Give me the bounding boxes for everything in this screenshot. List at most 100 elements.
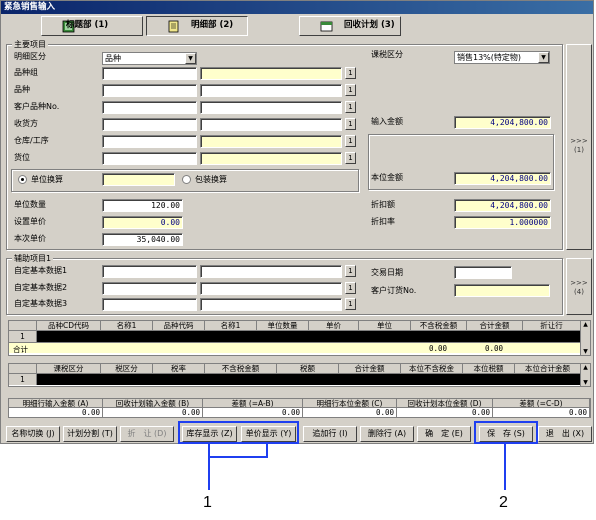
location-code-input[interactable] (102, 152, 197, 165)
ship-to-code-input[interactable] (102, 118, 197, 131)
chevron-up-icon[interactable]: ▲ (581, 364, 590, 371)
discount-field[interactable]: 4,204,800.00 (454, 199, 551, 212)
item-group-search-button[interactable]: 1 (345, 67, 356, 79)
custom-data1-code-input[interactable] (102, 265, 197, 278)
plan-split-button[interactable]: 计划分割 (T) (63, 426, 117, 442)
custom-data2-name-input[interactable] (200, 282, 342, 295)
column-header[interactable]: 单价 (309, 321, 359, 331)
chevron-down-icon[interactable]: ▼ (185, 53, 196, 64)
column-header[interactable]: 课税区分 (37, 364, 101, 374)
ship-to-name-input[interactable] (200, 118, 342, 131)
summary-header: 回收计划输入金额 (B) (103, 399, 203, 408)
document-icon (168, 20, 179, 33)
tab-collection-plan[interactable]: 回收计划 (3) (299, 16, 401, 36)
customer-order-label: 客户订货No. (371, 286, 417, 295)
aux-expand-label: (4) (574, 288, 584, 296)
customer-item-code-input[interactable] (102, 101, 197, 114)
chevron-up-icon[interactable]: ▲ (581, 321, 590, 328)
warehouse-code-input[interactable] (102, 135, 197, 148)
chevron-down-icon[interactable]: ▼ (538, 52, 549, 63)
custom-data1-search-button[interactable]: 1 (345, 265, 356, 277)
unit-convert-label: 单位换算 (31, 175, 63, 184)
tax-grid[interactable]: 课税区分 税区分 税率 不含税金额 税额 合计金额 本位不含税金 本位税额 本位… (8, 363, 591, 387)
name-switch-button[interactable]: 名称切换 (J) (6, 426, 60, 442)
item-name-input[interactable] (200, 84, 342, 97)
tax-class-select[interactable]: 销售13%(特定物) ▼ (454, 51, 550, 64)
item-group-name-input[interactable] (200, 67, 342, 80)
exit-button[interactable]: 退 出 (X) (538, 426, 592, 442)
ship-to-search-button[interactable]: 1 (345, 118, 356, 130)
column-header[interactable]: 品种CD代码 (37, 321, 101, 331)
row-number[interactable]: 1 (9, 374, 37, 385)
customer-item-name-input[interactable] (200, 101, 342, 114)
confirm-button[interactable]: 确 定 (E) (417, 426, 471, 442)
base-amount-field[interactable]: 4,204,800.00 (454, 172, 551, 185)
summary-table: 明细行输入金额 (A) 回收计划输入金额 (B) 差额 (=A-B) 明细行本位… (8, 398, 591, 418)
delete-row-button[interactable]: 删除行 (A) (360, 426, 414, 442)
detail-grid[interactable]: 品种CD代码 名称1 品种代码 名称1 单位数量 单价 单位 不含税金额 合计金… (8, 320, 591, 356)
add-row-button[interactable]: 追加行 (I) (303, 426, 357, 442)
chevron-down-icon[interactable]: ▼ (581, 379, 590, 386)
column-header[interactable]: 不含税金额 (205, 364, 277, 374)
column-header[interactable]: 名称1 (101, 321, 153, 331)
item-code-input[interactable] (102, 84, 197, 97)
column-header[interactable]: 品种代码 (153, 321, 205, 331)
custom-data2-search-button[interactable]: 1 (345, 282, 356, 294)
item-group-code-input[interactable] (102, 67, 197, 80)
detail-grid-scrollbar[interactable]: ▲ ▼ (580, 321, 590, 355)
input-amount-field[interactable]: 4,204,800.00 (454, 116, 551, 129)
column-header[interactable]: 折让行 (523, 321, 581, 331)
column-header[interactable]: 本位税额 (463, 364, 515, 374)
unit-convert-input[interactable] (102, 173, 175, 186)
customer-order-input[interactable] (454, 284, 550, 297)
summary-value: 0.00 (203, 408, 303, 417)
tax-grid-scrollbar[interactable]: ▲ ▼ (580, 364, 590, 386)
column-header[interactable]: 税额 (277, 364, 339, 374)
custom-data1-name-input[interactable] (200, 265, 342, 278)
custom-data3-code-input[interactable] (102, 298, 197, 311)
column-header[interactable]: 合计金额 (467, 321, 523, 331)
row-number[interactable]: 1 (9, 331, 37, 342)
item-label: 品种 (14, 85, 30, 94)
base-amount-label: 本位金额 (371, 173, 403, 182)
column-header[interactable]: 单位数量 (257, 321, 309, 331)
custom-data2-code-input[interactable] (102, 282, 197, 295)
customer-item-search-button[interactable]: 1 (345, 101, 356, 113)
table-row[interactable] (37, 374, 581, 385)
aux-expand-button[interactable]: >>> (4) (566, 258, 592, 315)
callout-line-1c (208, 456, 268, 458)
column-header[interactable]: 名称1 (205, 321, 257, 331)
column-header[interactable]: 税区分 (101, 364, 153, 374)
table-row[interactable] (37, 331, 581, 342)
column-header[interactable]: 本位合计金额 (515, 364, 581, 374)
unit-qty-input[interactable]: 120.00 (102, 199, 183, 212)
custom-data3-search-button[interactable]: 1 (345, 298, 356, 310)
location-name-input[interactable] (200, 152, 342, 165)
pack-convert-label: 包装换算 (195, 175, 227, 184)
trade-date-input[interactable] (454, 266, 512, 279)
main-expand-button[interactable]: >>> (1) (566, 44, 592, 250)
tab-detail[interactable]: 明细部 (2) (146, 16, 248, 36)
column-header[interactable]: 本位不含税金 (401, 364, 463, 374)
unit-convert-radio[interactable] (18, 175, 27, 184)
pack-convert-radio[interactable] (182, 175, 191, 184)
item-search-button[interactable]: 1 (345, 84, 356, 96)
chevron-down-icon[interactable]: ▼ (581, 348, 590, 355)
this-price-input[interactable]: 35,040.00 (102, 233, 183, 246)
location-search-button[interactable]: 1 (345, 152, 356, 164)
summary-value: 0.00 (493, 408, 590, 417)
summary-value: 0.00 (9, 408, 103, 417)
calendar-icon (320, 21, 333, 32)
detail-class-select[interactable]: 品种 ▼ (102, 52, 197, 65)
warehouse-name-input[interactable] (200, 135, 342, 148)
custom-data3-name-input[interactable] (200, 298, 342, 311)
discount-rate-field[interactable]: 1.000000 (454, 216, 551, 229)
column-header[interactable]: 不含税金额 (411, 321, 467, 331)
column-header[interactable]: 税率 (153, 364, 205, 374)
column-header[interactable]: 单位 (359, 321, 411, 331)
warehouse-search-button[interactable]: 1 (345, 135, 356, 147)
tab-header[interactable]: 标题部 (1) (41, 16, 143, 36)
column-header[interactable]: 合计金额 (339, 364, 401, 374)
discount-button[interactable]: 折 让 (D) (120, 426, 174, 442)
set-price-input[interactable]: 0.00 (102, 216, 183, 229)
